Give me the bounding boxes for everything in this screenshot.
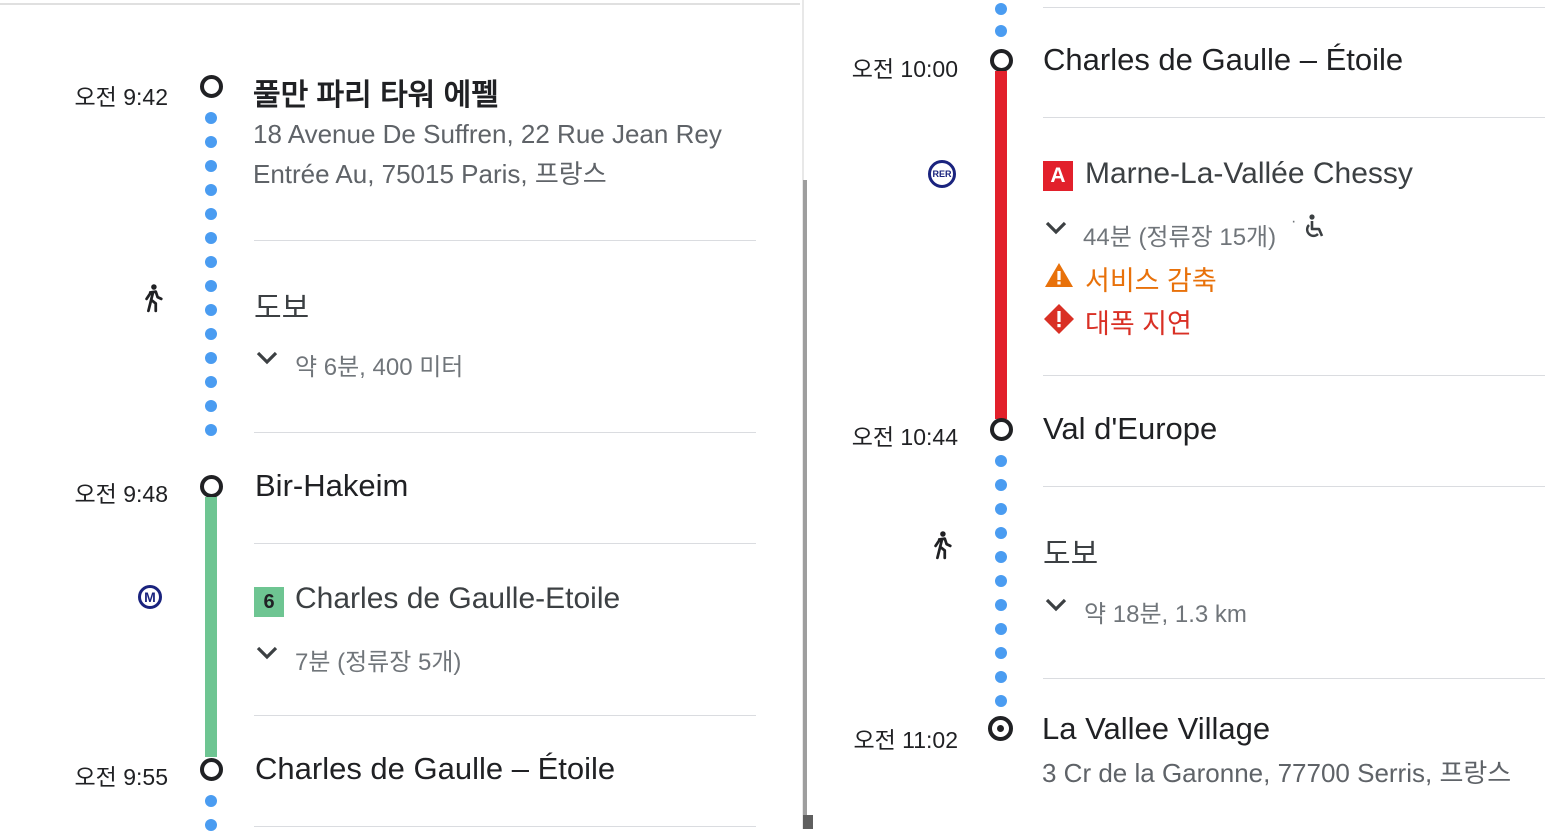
- rer-line-bar: [995, 71, 1007, 419]
- metro-detail[interactable]: 7분 (정류장 5개): [295, 642, 461, 677]
- stop-circle: [990, 49, 1013, 72]
- origin-address-line2: Entrée Au, 75015 Paris, 프랑스: [253, 159, 607, 189]
- divider: [254, 240, 756, 241]
- walk-dot: [205, 795, 217, 807]
- divider: [254, 432, 756, 433]
- walk-dot: [995, 3, 1007, 15]
- walk-dot: [205, 819, 217, 831]
- walk-icon: [934, 531, 952, 560]
- departure-time: 오전 9:42: [74, 84, 168, 110]
- severe-alert-icon: [1044, 304, 1074, 334]
- alert-reduced-service[interactable]: 서비스 감축: [1085, 259, 1217, 298]
- rer-line-badge: A: [1043, 161, 1073, 191]
- rer-direction: Marne-La-Vallée Chessy: [1085, 157, 1413, 190]
- origin-name[interactable]: 풀만 파리 타워 에펠: [253, 70, 499, 114]
- walk-mode-label: 도보: [254, 292, 310, 325]
- alert-major-delay[interactable]: 대폭 지연: [1085, 302, 1192, 341]
- rer-detail[interactable]: 44분 (정류장 15개): [1083, 217, 1276, 252]
- arrival-time: 오전 11:02: [853, 727, 958, 753]
- stop-circle: [200, 758, 223, 781]
- walk-mode-label: 도보: [1043, 538, 1099, 571]
- divider: [1043, 375, 1545, 376]
- divider: [1043, 678, 1545, 679]
- stop-circle: [990, 418, 1013, 441]
- wheelchair-icon: [1306, 214, 1324, 237]
- stop-time: 오전 10:00: [851, 56, 958, 82]
- metro-line-bar: [205, 497, 217, 757]
- stop-name[interactable]: Val d'Europe: [1043, 411, 1217, 447]
- metro-direction: Charles de Gaulle-Etoile: [295, 582, 621, 615]
- stop-name[interactable]: Charles de Gaulle – Étoile: [1043, 42, 1403, 78]
- rer-icon-text: RER: [932, 169, 952, 179]
- warning-icon: [1045, 263, 1073, 287]
- stop-circle: [200, 475, 223, 498]
- destination-name[interactable]: La Vallee Village: [1042, 711, 1270, 747]
- divider: [1043, 117, 1545, 118]
- rer-icon: RER: [928, 160, 956, 188]
- scrollbar-bottom: [803, 815, 813, 829]
- stop-name[interactable]: Bir-Hakeim: [255, 468, 408, 504]
- top-divider: [0, 3, 800, 5]
- chevron-down-icon[interactable]: [255, 645, 279, 661]
- destination-icon: [988, 716, 1013, 741]
- stop-name[interactable]: Charles de Gaulle – Étoile: [255, 751, 615, 787]
- scrollbar[interactable]: [803, 180, 807, 829]
- chevron-down-icon[interactable]: [1044, 220, 1068, 236]
- chevron-down-icon[interactable]: [255, 350, 279, 366]
- walk-detail[interactable]: 약 18분, 1.3 km: [1084, 594, 1247, 629]
- destination-address: 3 Cr de la Garonne, 77700 Serris, 프랑스: [1042, 758, 1512, 788]
- divider: [254, 543, 756, 544]
- chevron-down-icon[interactable]: [1044, 597, 1068, 613]
- divider: [1043, 486, 1545, 487]
- walk-dot: [995, 25, 1007, 37]
- walk-icon: [145, 284, 163, 313]
- metro-icon-letter: M: [144, 589, 156, 605]
- stop-time: 오전 10:44: [851, 424, 958, 450]
- metro-line-badge: 6: [254, 587, 284, 617]
- divider: [254, 826, 756, 827]
- stop-time: 오전 9:48: [74, 481, 168, 507]
- metro-icon: M: [138, 585, 162, 609]
- divider: [254, 715, 756, 716]
- stop-circle: [200, 75, 223, 98]
- detail-separator: ·: [1291, 213, 1297, 230]
- origin-address-line1: 18 Avenue De Suffren, 22 Rue Jean Rey: [253, 119, 722, 149]
- walk-detail[interactable]: 약 6분, 400 미터: [295, 347, 463, 382]
- divider: [1043, 7, 1545, 8]
- stop-time: 오전 9:55: [74, 764, 168, 790]
